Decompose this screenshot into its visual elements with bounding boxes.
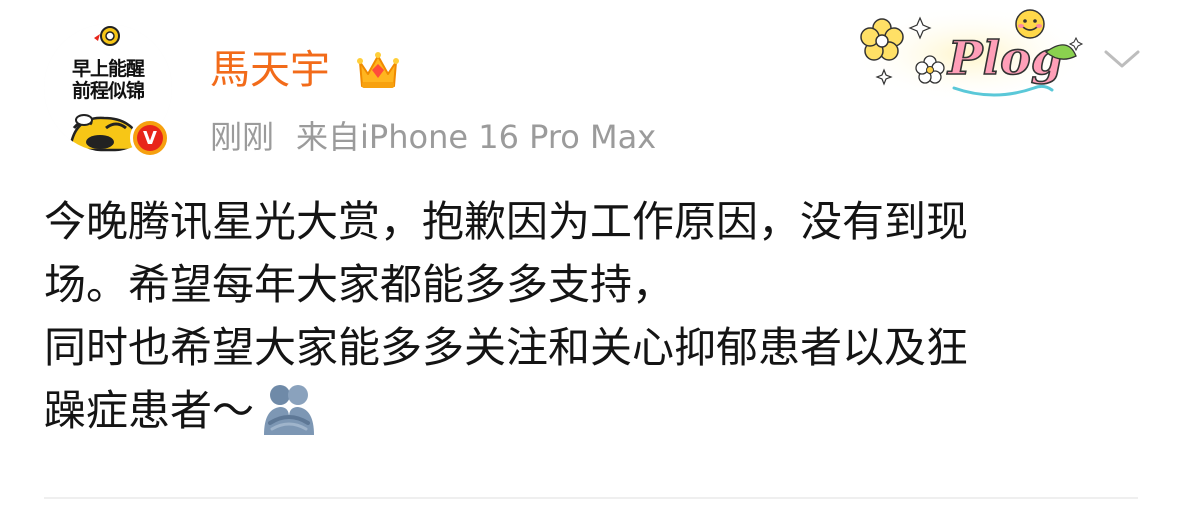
divider xyxy=(44,497,1138,499)
author-name[interactable]: 馬天宇 xyxy=(210,44,330,96)
verified-badge-icon: V xyxy=(130,118,170,158)
hug-emoji-icon xyxy=(264,384,315,435)
post-content: 今晚腾讯星光大赏，抱歉因为工作原因，没有到现 场。希望每年大家都能多多支持， 同… xyxy=(44,190,1138,442)
crown-member-icon[interactable] xyxy=(354,48,402,92)
plog-sticker-icon: Plog xyxy=(852,6,1088,102)
content-line-text: 躁症患者～ xyxy=(44,386,255,435)
content-line: 场。希望每年大家都能多多支持， xyxy=(44,260,675,309)
post-time: 刚刚 xyxy=(210,118,275,156)
post-source: 来自iPhone 16 Pro Max xyxy=(296,118,657,156)
chevron-down-icon[interactable] xyxy=(1102,44,1142,74)
plog-text: Plog xyxy=(946,31,1063,85)
content-line-last: 躁症患者～ xyxy=(44,379,1138,442)
weibo-post: 早上能醒 前程似锦 V 馬天宇 刚刚 来自iPhone 16 Pro Max P… xyxy=(0,0,1179,516)
content-line: 同时也希望大家能多多关注和关心抑郁患者以及狂 xyxy=(44,323,969,372)
verified-badge-letter: V xyxy=(137,125,163,151)
avatar-text-line1: 早上能醒 xyxy=(71,58,145,80)
avatar-text-line2: 前程似锦 xyxy=(71,80,145,102)
post-meta: 刚刚 来自iPhone 16 Pro Max xyxy=(210,116,656,158)
content-line: 今晚腾讯星光大赏，抱歉因为工作原因，没有到现 xyxy=(44,197,969,246)
